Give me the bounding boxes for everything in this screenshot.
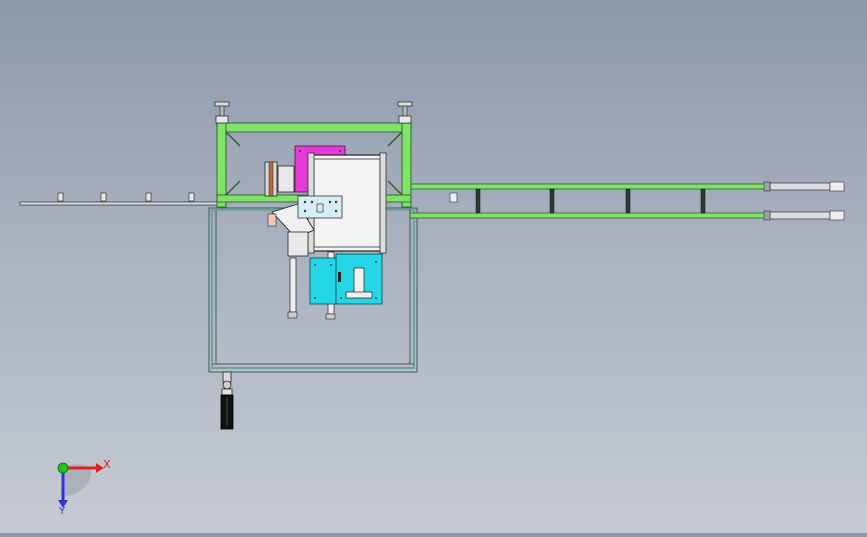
y-axis-label: Y	[58, 506, 66, 517]
cad-viewport[interactable]: X Y	[0, 0, 867, 533]
x-axis-label: X	[103, 458, 111, 471]
rail-end-fitting	[763, 181, 845, 192]
leveling-foot	[214, 101, 230, 124]
pneumatic-cylinder[interactable]	[220, 371, 234, 430]
left-feed-rail[interactable]	[19, 192, 221, 206]
coordinate-triad: X Y	[57, 458, 111, 517]
lightblue-bracket[interactable]	[297, 195, 343, 219]
rail-crossbar	[700, 188, 706, 214]
rail-crossbar	[549, 188, 555, 214]
motor-bracket[interactable]	[264, 161, 295, 197]
rail-clamp	[188, 192, 195, 202]
z-axis-dot	[57, 462, 69, 474]
rail-block	[449, 192, 458, 203]
rail-crossbar	[475, 188, 481, 214]
cyan-mount-plate[interactable]	[309, 253, 383, 305]
right-conveyor-rails[interactable]	[409, 181, 845, 221]
rail-clamp	[57, 192, 64, 202]
rail-clamp	[100, 192, 107, 202]
rail-end-fitting	[763, 210, 845, 221]
rail-clamp	[145, 192, 152, 202]
rail-crossbar	[625, 188, 631, 214]
leveling-foot	[397, 101, 413, 124]
